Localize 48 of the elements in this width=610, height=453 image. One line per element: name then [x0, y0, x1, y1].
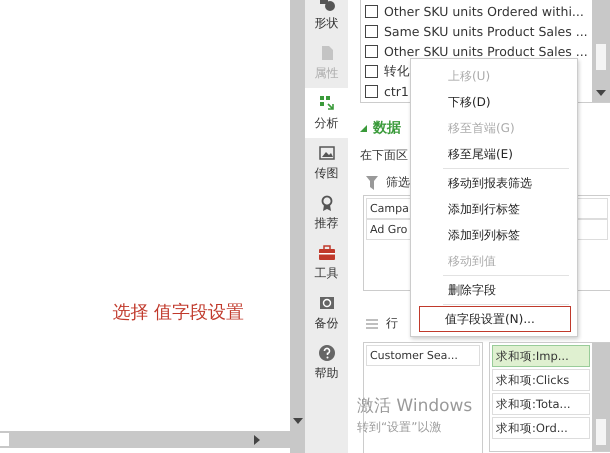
sidebar-tab[interactable]: 帮助 — [305, 338, 348, 388]
list-scrollbar[interactable] — [592, 343, 610, 451]
menu-item[interactable]: 移至尾端(E) — [415, 141, 573, 167]
value-field[interactable]: 求和项:Imp... — [492, 345, 590, 367]
field-label: 转化 — [384, 62, 410, 80]
image-icon — [318, 144, 336, 162]
checkbox[interactable] — [365, 44, 378, 58]
activation-title: 激活 Windows — [357, 395, 472, 417]
hint-text: 在下面区 — [360, 147, 408, 164]
area-label: 筛选 — [386, 174, 410, 191]
checkbox[interactable] — [365, 84, 378, 98]
value-field[interactable]: 求和项:Tota... — [492, 393, 590, 415]
sidebar-tab[interactable]: 分析 — [305, 88, 348, 138]
help-icon — [318, 344, 336, 362]
menu-item[interactable]: 添加到列标签 — [415, 222, 573, 248]
field-label: ctr1 — [384, 84, 409, 98]
field-label: Other SKU units Ordered withi... — [384, 4, 584, 18]
filter-icon — [366, 176, 378, 190]
backup-icon — [318, 294, 336, 312]
sidebar-tab[interactable]: 形状 — [305, 0, 348, 38]
collapse-icon[interactable] — [360, 124, 367, 132]
value-field[interactable]: 求和项:Clicks — [492, 369, 590, 391]
row-field[interactable]: Customer Sea... — [366, 345, 480, 366]
analyze-icon — [318, 94, 336, 112]
checkbox[interactable] — [365, 64, 378, 78]
sidebar-tab[interactable]: 工具 — [305, 238, 348, 288]
toolbox-icon — [318, 244, 336, 262]
activation-subtitle: 转到“设置”以激 — [357, 419, 442, 436]
field-label: Other SKU units Product Sales ... — [384, 44, 588, 58]
menu-item[interactable]: 下移(D) — [415, 89, 573, 115]
area-label: 行 — [386, 315, 398, 332]
section-title: 数据 — [373, 119, 401, 137]
annotation-text: 选择 值字段设置 — [112, 301, 244, 324]
menu-item[interactable]: 值字段设置(N)... — [419, 306, 571, 332]
sidebar-tab[interactable]: 备份 — [305, 288, 348, 338]
list-scrollbar[interactable] — [592, 0, 610, 102]
menu-item[interactable]: 删除字段 — [415, 277, 573, 303]
checkbox[interactable] — [365, 24, 378, 38]
rows-icon — [366, 318, 378, 328]
sidebar-tab[interactable]: 推荐 — [305, 188, 348, 238]
menu-item[interactable]: 移动到报表筛选 — [415, 170, 573, 196]
vertical-scrollbar[interactable] — [290, 0, 305, 453]
checkbox[interactable] — [365, 4, 378, 18]
menu-item[interactable]: 添加到行标签 — [415, 196, 573, 222]
horizontal-scrollbar[interactable] — [0, 431, 290, 448]
sidebar-tab[interactable]: 传图 — [305, 138, 348, 188]
field-label: Same SKU units Product Sales ... — [384, 24, 588, 38]
value-field[interactable]: 求和项:Ord... — [492, 417, 590, 439]
